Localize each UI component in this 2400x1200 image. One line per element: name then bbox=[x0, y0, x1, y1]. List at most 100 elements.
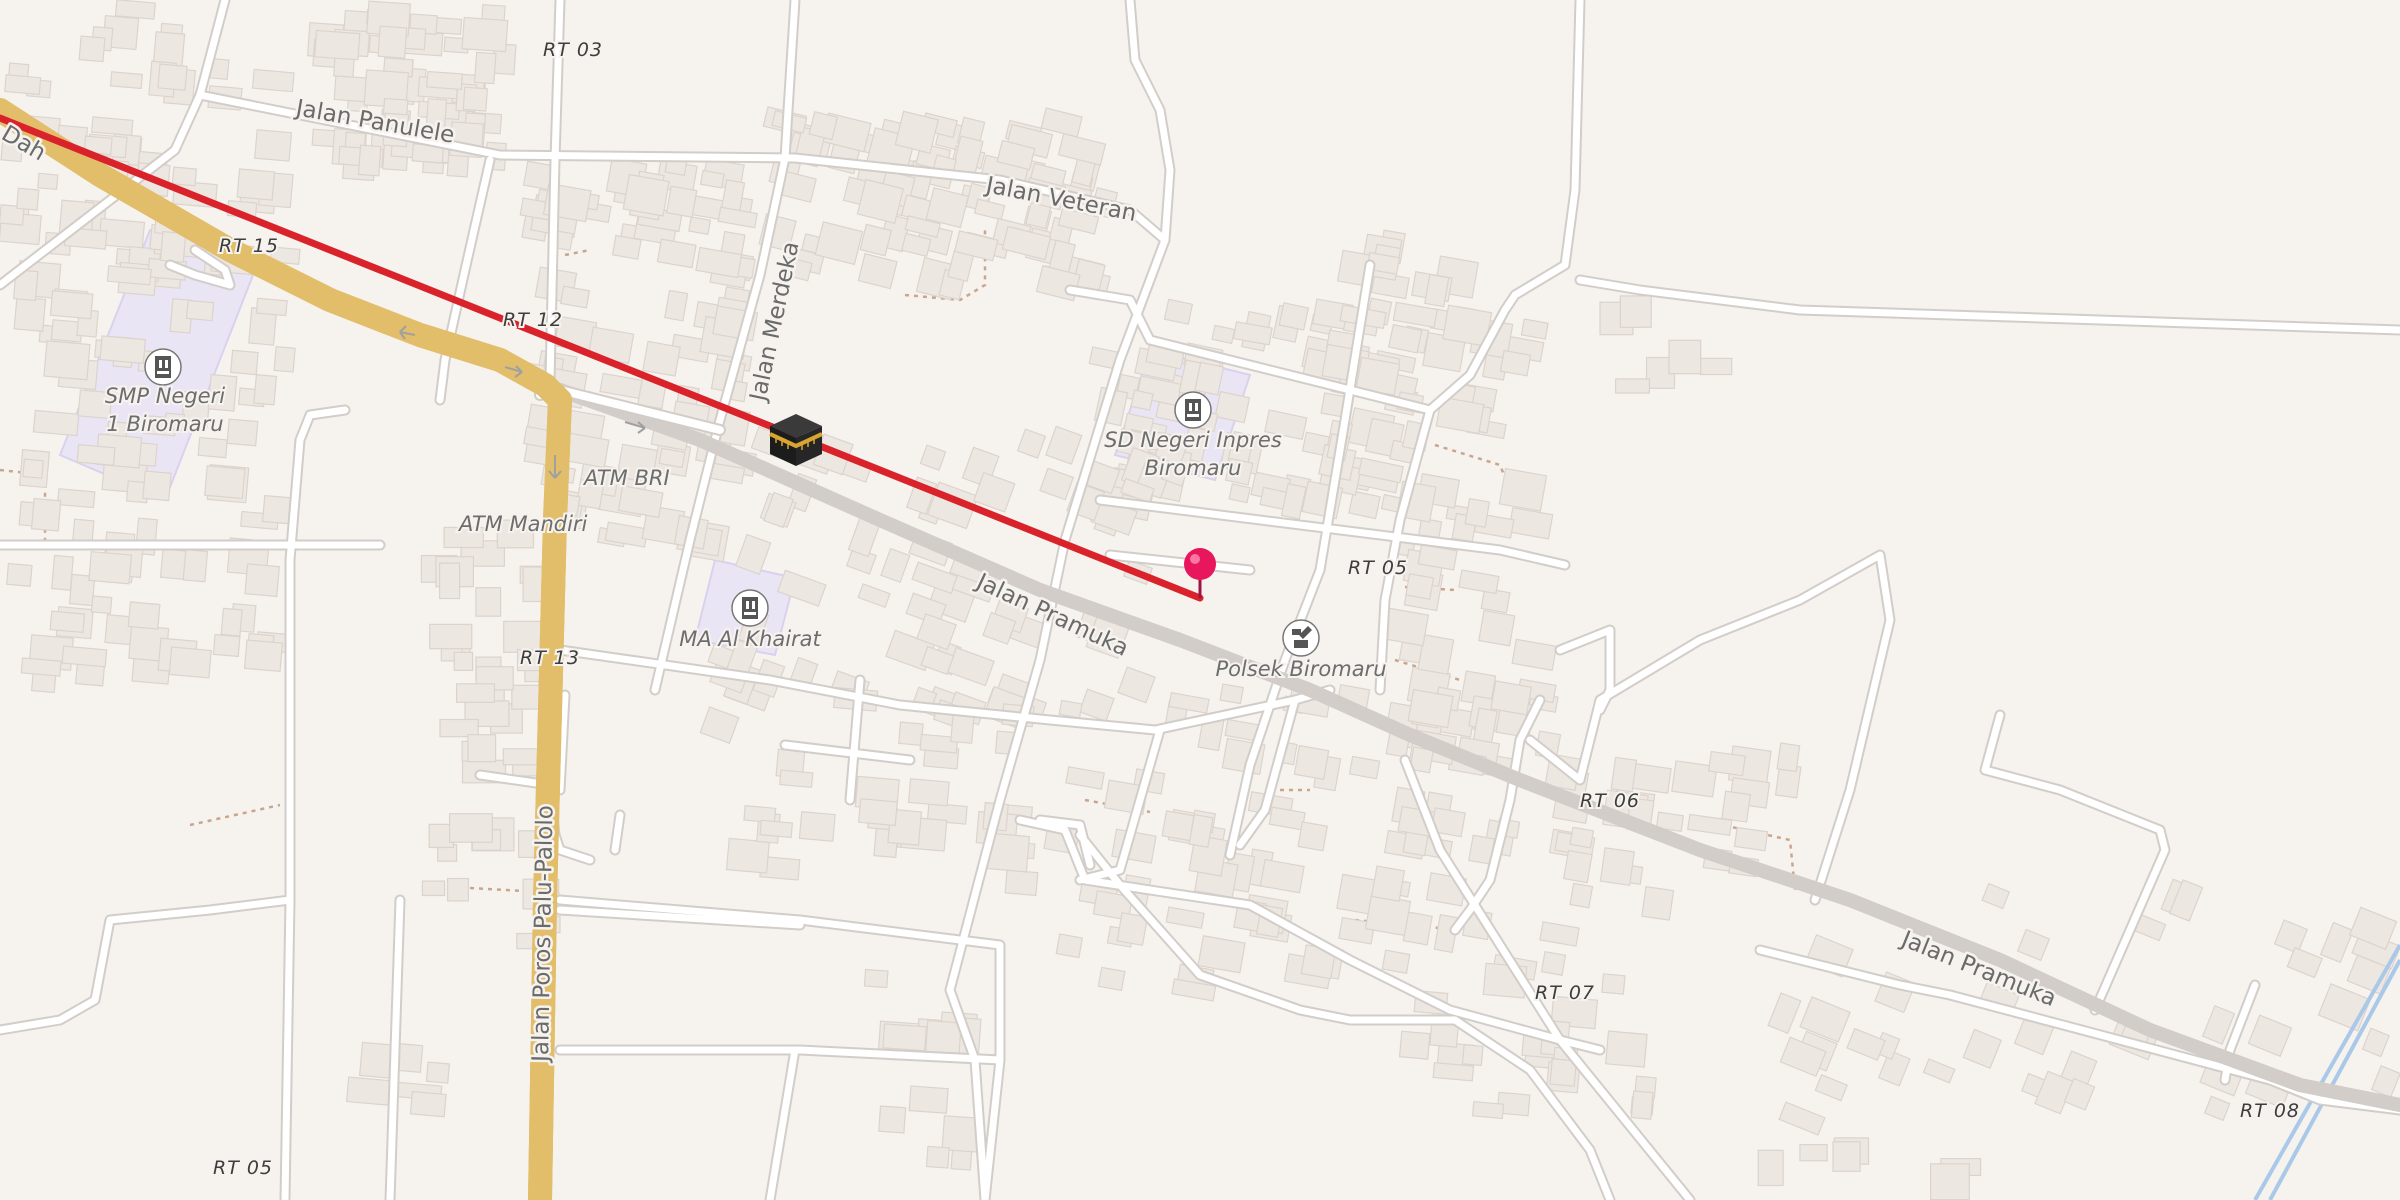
building bbox=[622, 173, 670, 217]
building bbox=[743, 805, 777, 824]
building bbox=[254, 129, 293, 162]
building bbox=[642, 340, 681, 377]
building bbox=[798, 811, 836, 842]
building bbox=[61, 645, 108, 668]
poi-label-atm-bri[interactable]: ATM BRI bbox=[580, 464, 672, 492]
building bbox=[665, 185, 698, 218]
building bbox=[1610, 756, 1638, 793]
building bbox=[688, 216, 712, 236]
building bbox=[475, 587, 502, 617]
building bbox=[426, 70, 464, 91]
building bbox=[1757, 1149, 1784, 1187]
road-label-poros: Jalan Poros Palu-Palolo bbox=[528, 805, 559, 1064]
building bbox=[611, 234, 642, 260]
building bbox=[1130, 389, 1154, 411]
building bbox=[106, 265, 152, 286]
building bbox=[1599, 847, 1635, 886]
building bbox=[1058, 699, 1083, 719]
building bbox=[1721, 790, 1752, 823]
building bbox=[439, 562, 461, 600]
rt-label-07: RT 07 bbox=[1535, 982, 1595, 1004]
building bbox=[429, 623, 473, 650]
building bbox=[56, 488, 96, 509]
building bbox=[1478, 609, 1516, 647]
building bbox=[5, 562, 33, 587]
building bbox=[255, 297, 288, 317]
building bbox=[345, 1076, 392, 1106]
building bbox=[453, 651, 474, 671]
building bbox=[49, 290, 94, 320]
building bbox=[43, 340, 91, 381]
building bbox=[90, 116, 134, 137]
building bbox=[1601, 973, 1626, 995]
building bbox=[882, 1023, 928, 1052]
building bbox=[1799, 1143, 1828, 1162]
building bbox=[1197, 935, 1246, 974]
building bbox=[1214, 390, 1251, 424]
building bbox=[1293, 744, 1330, 781]
building bbox=[182, 549, 209, 583]
building bbox=[377, 25, 408, 59]
building bbox=[1464, 497, 1491, 528]
building bbox=[20, 657, 62, 677]
building bbox=[76, 443, 116, 466]
building bbox=[859, 223, 893, 257]
building bbox=[941, 1115, 980, 1153]
rt-label-12: RT 12 bbox=[503, 309, 563, 331]
building bbox=[1194, 361, 1225, 396]
building bbox=[127, 601, 161, 630]
poi-label-smp-line2: 1 Biromaru bbox=[106, 412, 223, 436]
poi-label-sd-line2: Biromaru bbox=[1145, 456, 1242, 480]
building bbox=[99, 335, 147, 365]
building bbox=[1297, 821, 1328, 852]
rt-label-15: RT 15 bbox=[219, 235, 279, 257]
building bbox=[462, 86, 488, 112]
building bbox=[907, 778, 950, 807]
building bbox=[1630, 1090, 1654, 1120]
school-icon bbox=[144, 348, 182, 386]
map-canvas[interactable]: Jalan Panulele Jalan Veteran Jalan Merde… bbox=[0, 0, 2400, 1200]
building bbox=[421, 880, 446, 897]
building bbox=[559, 285, 591, 309]
rt-label-06: RT 06 bbox=[1580, 790, 1640, 812]
building bbox=[185, 299, 215, 322]
building bbox=[759, 819, 794, 839]
building bbox=[1614, 378, 1650, 394]
poi-label-smp-line1: SMP Negeri bbox=[105, 384, 225, 408]
building bbox=[1707, 750, 1746, 777]
building bbox=[1699, 357, 1733, 376]
building bbox=[1520, 318, 1549, 340]
building bbox=[244, 563, 280, 598]
building bbox=[171, 166, 198, 187]
building bbox=[1398, 1030, 1431, 1060]
rt-label-05-east: RT 05 bbox=[1348, 557, 1408, 579]
building bbox=[1499, 349, 1532, 377]
building bbox=[461, 16, 509, 53]
building bbox=[779, 769, 814, 789]
building bbox=[49, 610, 86, 634]
school-icon bbox=[1174, 391, 1212, 429]
building bbox=[1641, 886, 1675, 921]
building bbox=[1055, 933, 1084, 959]
building bbox=[90, 595, 113, 615]
building bbox=[1471, 1100, 1505, 1120]
building bbox=[157, 63, 188, 91]
police-icon bbox=[1282, 619, 1320, 657]
poi-label-ma: MA Al Khairat bbox=[679, 627, 821, 651]
poi-label-atm-mandiri[interactable]: ATM Mandiri bbox=[455, 510, 590, 538]
building bbox=[1604, 1030, 1648, 1068]
building bbox=[808, 110, 839, 141]
building bbox=[72, 518, 95, 544]
building bbox=[1929, 1163, 1970, 1200]
building bbox=[16, 187, 40, 211]
rt-label-05-south: RT 05 bbox=[213, 1157, 273, 1179]
building bbox=[212, 633, 241, 658]
rt-label-13: RT 13 bbox=[520, 647, 580, 669]
building bbox=[357, 144, 382, 177]
building bbox=[447, 877, 470, 902]
building bbox=[243, 639, 284, 673]
building bbox=[37, 172, 59, 191]
building bbox=[4, 74, 42, 96]
building bbox=[51, 554, 74, 591]
building bbox=[1219, 683, 1244, 705]
